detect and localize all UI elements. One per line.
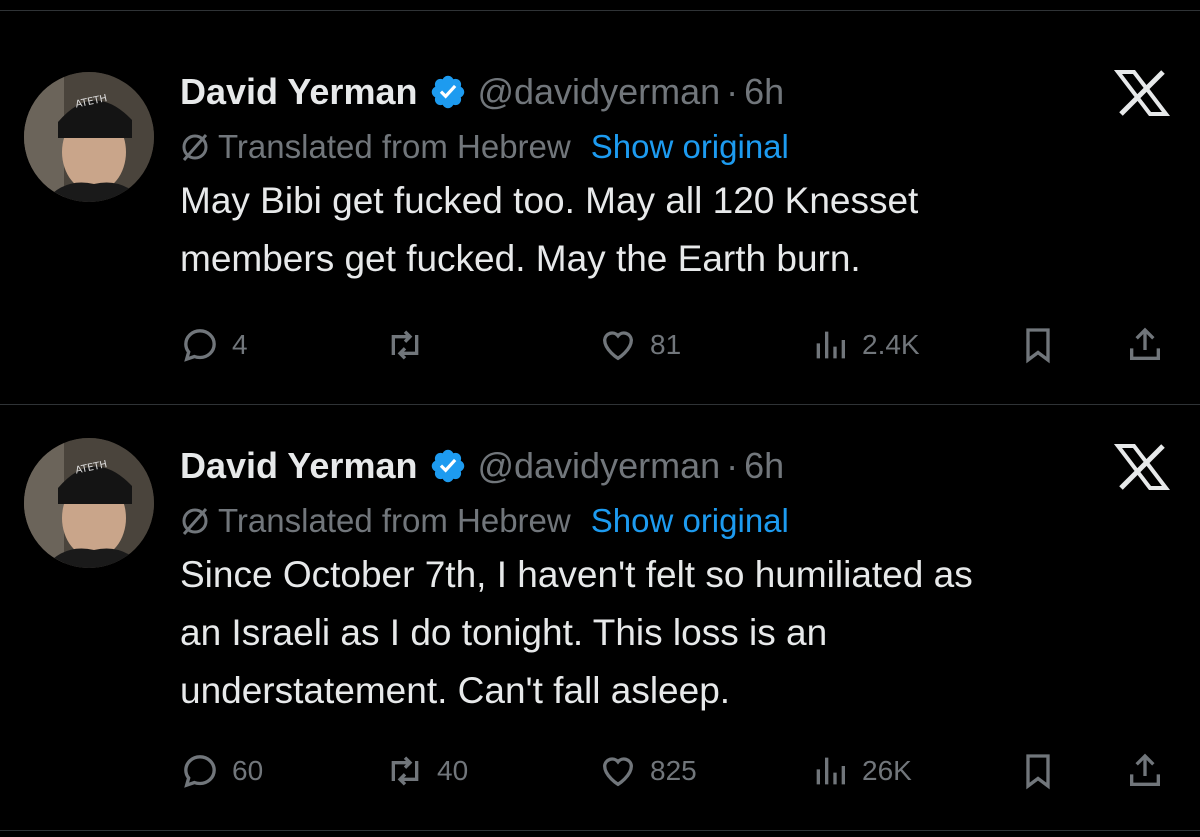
- tweet-text: Since October 7th, I haven't felt so hum…: [180, 546, 1170, 720]
- translation-info: Translated from Hebrew Show original: [180, 498, 789, 544]
- views-icon: [816, 331, 845, 359]
- show-original-link[interactable]: Show original: [591, 128, 789, 166]
- tweet-header: David Yerman @davidyerman · 6h: [180, 64, 784, 120]
- like-button[interactable]: 825: [598, 746, 697, 796]
- like-button[interactable]: 81: [598, 320, 681, 370]
- reply-icon: [184, 755, 216, 788]
- retweet-count: 40: [437, 755, 469, 786]
- reply-icon: [184, 329, 216, 362]
- reply-count: 60: [232, 755, 264, 786]
- translated-label: Translated from Hebrew: [218, 128, 571, 165]
- share-button[interactable]: [1125, 320, 1165, 370]
- author-name[interactable]: David Yerman: [180, 445, 417, 487]
- like-count: 81: [650, 329, 682, 360]
- separator: ·: [726, 71, 739, 112]
- views-button[interactable]: 26K: [810, 746, 912, 796]
- translation-info: Translated from Hebrew Show original: [180, 124, 789, 170]
- bookmark-icon: [1026, 328, 1050, 364]
- tweet-text-line: Since October 7th, I haven't felt so hum…: [180, 554, 973, 595]
- retweet-button[interactable]: 40: [385, 746, 468, 796]
- translate-icon: [180, 506, 210, 536]
- x-logo-icon: [1112, 68, 1172, 118]
- share-icon: [1130, 753, 1160, 786]
- reply-button[interactable]: 4: [180, 320, 248, 370]
- retweet-button[interactable]: [385, 320, 437, 370]
- views-icon: [816, 757, 845, 785]
- tweet-text-line: an Israeli as I do tonight. This loss is…: [180, 612, 828, 653]
- x-logo-icon: [1112, 442, 1172, 492]
- show-original-link[interactable]: Show original: [591, 502, 789, 540]
- avatar[interactable]: ATETH: [24, 72, 154, 202]
- action-bar: 4 81 2.4K: [180, 320, 1170, 370]
- retweet-icon: [391, 330, 419, 360]
- like-icon: [602, 757, 634, 787]
- verified-badge-icon: [429, 73, 467, 111]
- bookmark-button[interactable]: [1018, 320, 1058, 370]
- tweet-text-line: understatement. Can't fall asleep.: [180, 670, 731, 711]
- views-count: 2.4K: [862, 329, 920, 360]
- avatar[interactable]: ATETH: [24, 438, 154, 568]
- timestamp[interactable]: 6h: [744, 71, 784, 113]
- tweet-text-line: members get fucked. May the Earth burn.: [180, 238, 861, 279]
- timestamp[interactable]: 6h: [744, 445, 784, 487]
- share-button[interactable]: [1125, 746, 1165, 796]
- top-divider: [0, 10, 1200, 11]
- author-handle[interactable]: @davidyerman: [477, 445, 720, 487]
- retweet-icon: [391, 756, 419, 786]
- views-button[interactable]: 2.4K: [810, 320, 920, 370]
- action-bar: 60 40 825 26K: [180, 746, 1170, 796]
- tweet-divider: [0, 404, 1200, 405]
- reply-count: 4: [232, 329, 248, 360]
- separator: ·: [726, 445, 739, 486]
- tweet-header: David Yerman @davidyerman · 6h: [180, 438, 784, 494]
- like-count: 825: [650, 755, 697, 786]
- author-handle[interactable]: @davidyerman: [477, 71, 720, 113]
- tweet-text-line: May Bibi get fucked too. May all 120 Kne…: [180, 180, 919, 221]
- tweet-text: May Bibi get fucked too. May all 120 Kne…: [180, 172, 1170, 288]
- views-count: 26K: [862, 755, 912, 786]
- like-icon: [602, 331, 634, 361]
- share-icon: [1130, 327, 1160, 360]
- translate-icon: [180, 132, 210, 162]
- bookmark-icon: [1026, 754, 1050, 790]
- bottom-divider: [0, 830, 1200, 831]
- tweet-1[interactable]: ATETH David Yerman @davidyerman · 6h Tra…: [0, 64, 1200, 394]
- reply-button[interactable]: 60: [180, 746, 263, 796]
- bookmark-button[interactable]: [1018, 746, 1058, 796]
- translated-label: Translated from Hebrew: [218, 502, 571, 539]
- verified-badge-icon: [429, 447, 467, 485]
- author-name[interactable]: David Yerman: [180, 71, 417, 113]
- tweet-2[interactable]: ATETH David Yerman @davidyerman · 6h Tra…: [0, 438, 1200, 818]
